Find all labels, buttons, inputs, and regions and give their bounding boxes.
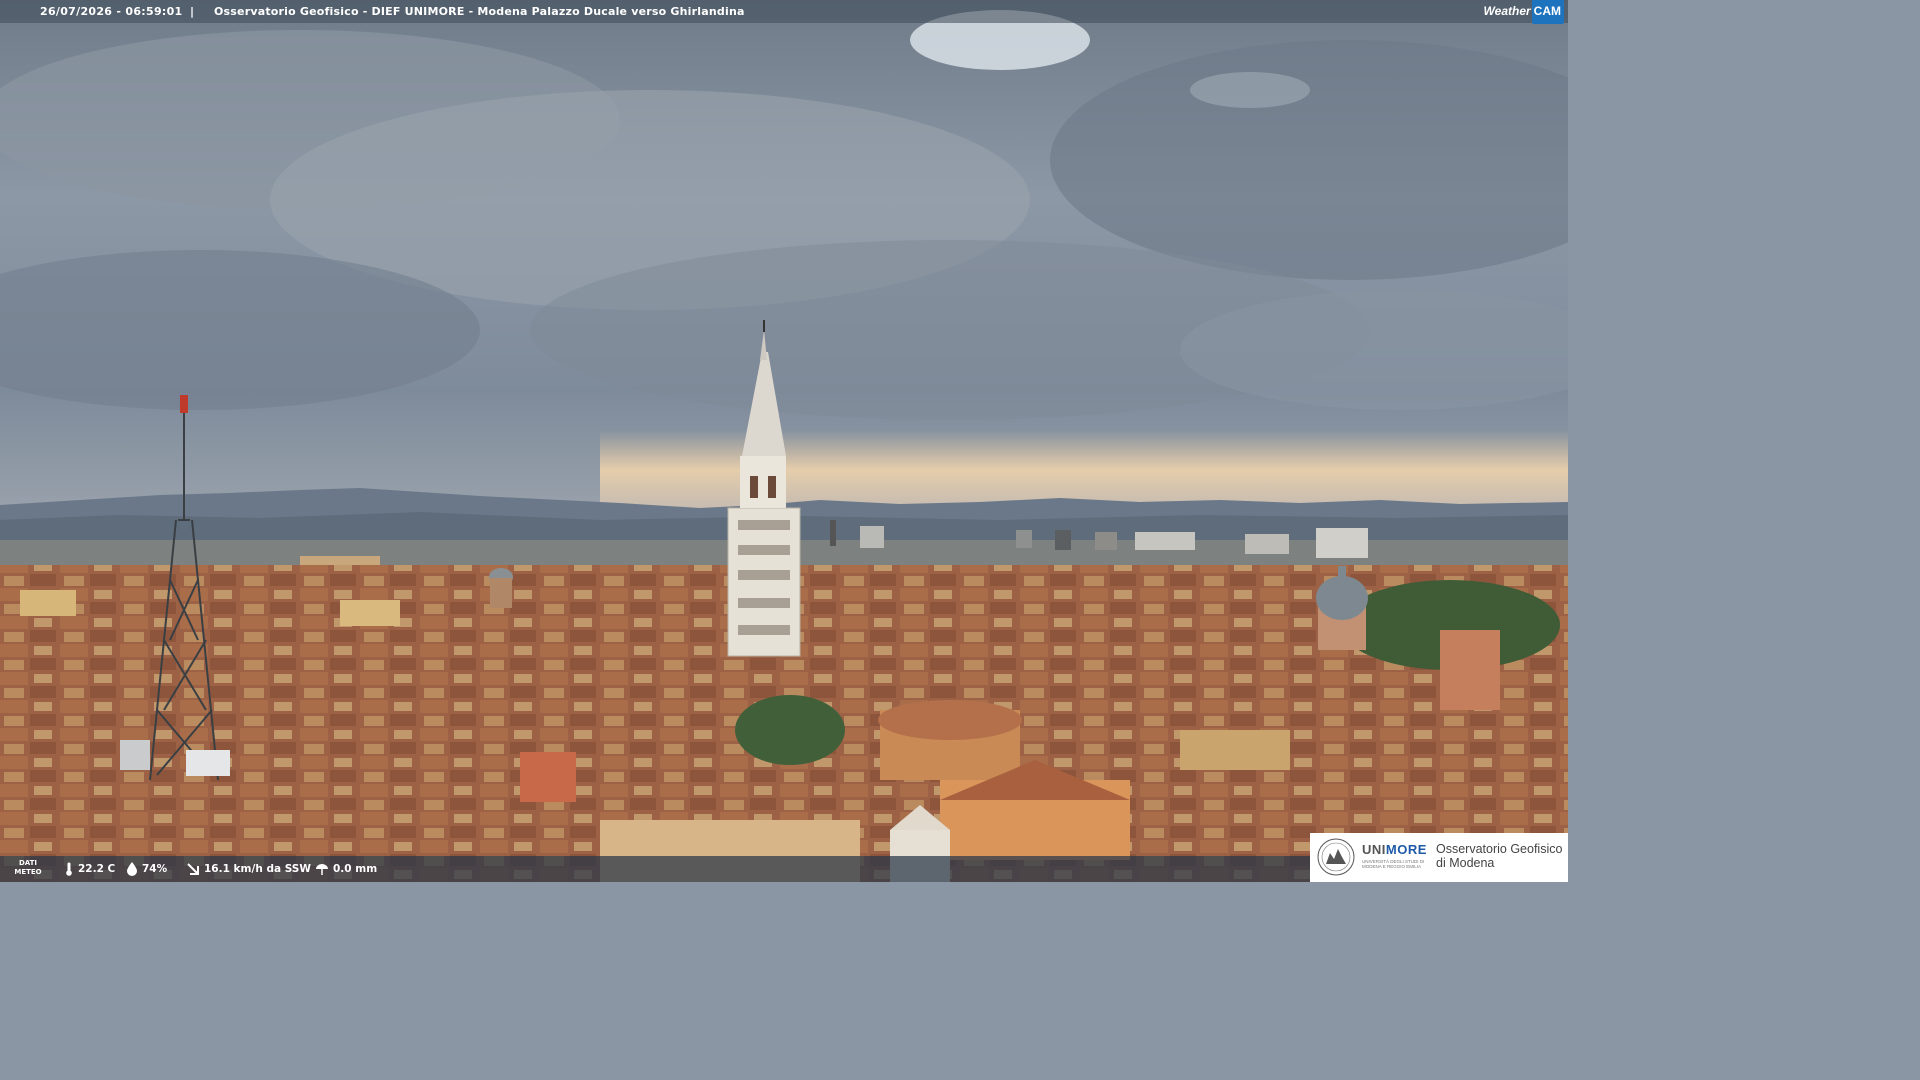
separator: |	[190, 5, 195, 18]
weather-data-label: DATI METEO	[14, 859, 42, 876]
temperature-value: 22.2 C	[78, 863, 116, 875]
camera-title: Osservatorio Geofisico - DIEF UNIMORE - …	[214, 5, 745, 18]
rain-value: 0.0 mm	[333, 863, 378, 875]
wind-icon	[187, 863, 199, 875]
capture-datetime: 26/07/2026 - 06:59:01	[40, 5, 183, 18]
wind-reading: 16.1 km/h da SSW	[186, 862, 311, 876]
top-info-bar: 26/07/2026 - 06:59:01 | Osservatorio Geo…	[0, 0, 1568, 24]
observatory-name: Osservatorio Geofisico di Modena	[1436, 842, 1563, 870]
unimore-subtitle: UNIVERSITÀ DEGLI STUDI DI MODENA E REGGI…	[1362, 859, 1425, 869]
humidity-value: 74%	[142, 863, 168, 875]
humidity-drop-icon	[127, 862, 137, 876]
university-seal-icon	[1317, 838, 1355, 876]
city-panorama-illustration	[0, 0, 1650, 882]
weathercam-logo-cam: CAM	[1531, 0, 1564, 24]
rain-icon	[316, 864, 328, 875]
weather-data-bar: DATI METEO 22.2 C 74% 16.1 km/h da SSW 0…	[0, 856, 1310, 882]
webcam-image	[0, 0, 1650, 882]
thermometer-icon	[66, 862, 72, 876]
unimore-wordmark: UNIMORE	[1362, 842, 1427, 857]
unimore-observatory-logo: UNIMORE UNIVERSITÀ DEGLI STUDI DI MODENA…	[1310, 833, 1568, 882]
weathercam-logo: Weather CAM	[1483, 0, 1564, 24]
weathercam-logo-weather: Weather	[1483, 4, 1531, 18]
temperature-reading: 22.2 C	[64, 862, 115, 876]
humidity-reading: 74%	[126, 862, 167, 876]
rain-reading: 0.0 mm	[315, 862, 377, 876]
wind-value: 16.1 km/h da SSW	[204, 863, 311, 875]
